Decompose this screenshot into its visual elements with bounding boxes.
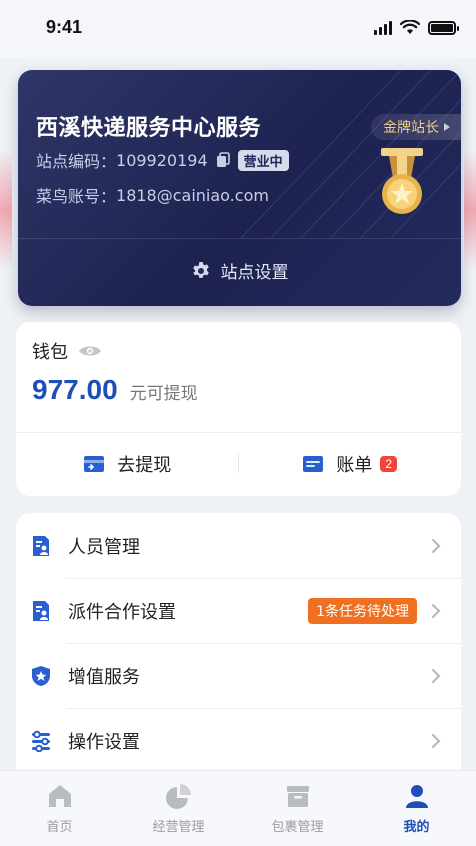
station-account-row: 菜鸟账号： 1818@cainiao.com <box>36 183 269 207</box>
tab-home[interactable]: 首页 <box>0 771 119 846</box>
status-bar: 9:41 <box>0 0 476 58</box>
chevron-right-icon <box>432 603 441 618</box>
wallet-balance: 977.00 <box>32 374 118 405</box>
package-box-icon <box>286 786 309 807</box>
eye-icon[interactable] <box>78 344 102 358</box>
tab-label: 我的 <box>403 820 430 835</box>
tab-package-management[interactable]: 包裹管理 <box>238 771 357 846</box>
staff-document-icon <box>33 535 49 556</box>
rank-label: 金牌站长 <box>383 120 439 136</box>
withdraw-label: 去提现 <box>117 455 172 476</box>
menu-card: 人员管理 派件合作设置 1条任务待处理 增值服务 操作设置 <box>16 513 461 783</box>
station-account-label: 菜鸟账号： <box>36 187 117 206</box>
status-time: 9:41 <box>46 17 83 37</box>
chevron-right-icon <box>432 538 441 553</box>
tab-label: 经营管理 <box>152 820 205 835</box>
wallet-title: 钱包 <box>32 342 68 363</box>
station-name: 西溪快递服务中心服务 <box>36 116 262 141</box>
home-icon <box>48 785 71 807</box>
tab-mine[interactable]: 我的 <box>357 771 476 846</box>
station-account: 1818@cainiao.com <box>116 185 269 205</box>
wallet-action-separator <box>238 453 239 473</box>
rank-badge[interactable]: 金牌站长 <box>371 114 461 140</box>
tab-business-management[interactable]: 经营管理 <box>119 771 238 846</box>
status-icons <box>374 20 459 35</box>
delivery-document-icon <box>33 600 49 621</box>
sliders-icon <box>32 730 50 752</box>
station-code-row: 站点编码： 109920194 营业中 <box>36 148 289 172</box>
chevron-right-icon <box>432 668 441 683</box>
bottom-tab-bar: 首页 经营管理 包裹管理 我的 <box>0 770 476 846</box>
side-decoration <box>0 150 12 270</box>
menu-item-label: 人员管理 <box>68 536 140 558</box>
bill-icon <box>303 456 324 472</box>
balance-row: 977.00 元可提现 <box>32 374 198 406</box>
station-card: 西溪快递服务中心服务 金牌站长 站点编码： 109920194 营业中 菜鸟账号… <box>18 70 461 306</box>
menu-item-label: 派件合作设置 <box>68 601 176 623</box>
station-settings-label: 站点设置 <box>220 263 289 283</box>
gold-medal-icon <box>381 148 423 214</box>
person-icon <box>405 785 428 808</box>
bill-label: 账单 <box>336 455 373 476</box>
chevron-right-icon <box>432 733 441 748</box>
pie-chart-icon <box>165 784 191 809</box>
menu-item-label: 操作设置 <box>68 731 140 753</box>
caret-right-icon <box>444 123 450 131</box>
withdraw-button[interactable]: 去提现 <box>16 432 239 496</box>
menu-item-operation-settings[interactable]: 操作设置 <box>16 708 461 773</box>
shield-star-icon <box>32 665 50 686</box>
wallet-title-row: 钱包 <box>32 338 102 364</box>
gear-icon <box>192 261 209 278</box>
pending-task-badge: 1条任务待处理 <box>308 597 417 624</box>
tab-label: 首页 <box>46 820 73 835</box>
menu-item-label: 增值服务 <box>68 666 140 688</box>
station-code-label: 站点编码： <box>36 152 117 171</box>
station-settings-button[interactable]: 站点设置 <box>18 258 461 283</box>
bill-count-badge: 2 <box>380 456 398 472</box>
wallet-balance-suffix: 元可提现 <box>129 384 198 404</box>
wifi-icon <box>400 20 420 34</box>
signal-icon <box>374 20 392 35</box>
station-code: 109920194 <box>116 150 208 170</box>
bill-button[interactable]: 账单 2 <box>239 432 462 496</box>
status-badge: 营业中 <box>237 149 289 171</box>
tab-label: 包裹管理 <box>271 820 324 835</box>
copy-icon[interactable] <box>216 152 230 168</box>
battery-icon <box>428 20 459 35</box>
menu-item-staff-management[interactable]: 人员管理 <box>16 513 461 578</box>
side-decoration <box>464 150 476 270</box>
card-divider <box>18 238 461 239</box>
menu-item-delivery-cooperation[interactable]: 派件合作设置 1条任务待处理 <box>16 578 461 643</box>
menu-item-value-added-services[interactable]: 增值服务 <box>16 643 461 708</box>
withdraw-icon <box>84 456 105 472</box>
